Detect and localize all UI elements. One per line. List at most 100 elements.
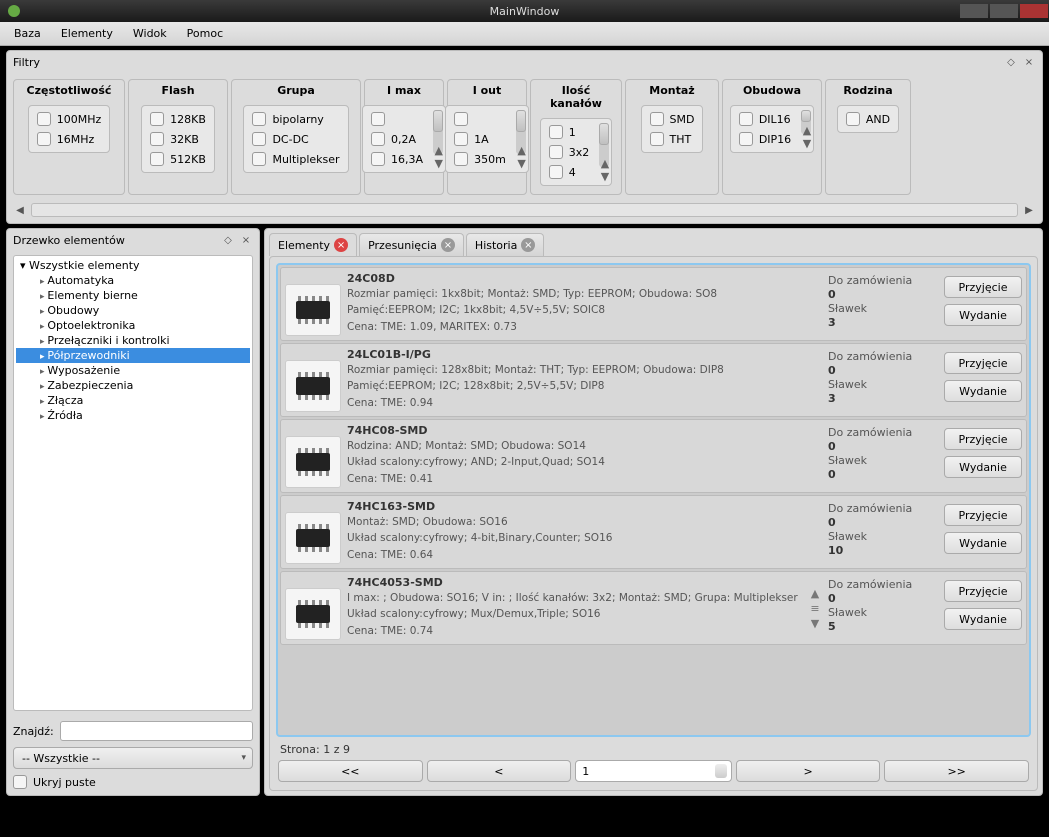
checkbox[interactable]	[252, 132, 266, 146]
menu-baza[interactable]: Baza	[4, 24, 51, 43]
tree-item[interactable]: Półprzewodniki	[16, 348, 250, 363]
wydanie-button[interactable]: Wydanie	[944, 304, 1022, 326]
scroll-arrows[interactable]: ▲▼	[517, 144, 525, 170]
checkbox[interactable]	[371, 112, 385, 126]
checkbox[interactable]	[454, 152, 468, 166]
tree-item[interactable]: Obudowy	[16, 303, 250, 318]
filter-option[interactable]	[450, 112, 510, 126]
filter-option[interactable]: DIL16	[735, 112, 795, 126]
tab[interactable]: Historia×	[466, 233, 544, 256]
filter-option[interactable]: SMD	[646, 112, 699, 126]
filter-option[interactable]: 0,2A	[367, 132, 427, 146]
wydanie-button[interactable]: Wydanie	[944, 532, 1022, 554]
tree-detach-icon[interactable]: ◇	[221, 233, 235, 247]
tab[interactable]: Przesunięcia×	[359, 233, 464, 256]
checkbox[interactable]	[650, 132, 664, 146]
checkbox[interactable]	[549, 145, 563, 159]
filter-option[interactable]: 350m	[450, 152, 510, 166]
tree-view[interactable]: ▾ Wszystkie elementyAutomatykaElementy b…	[13, 255, 253, 711]
pager-page-input[interactable]: 1	[575, 760, 732, 782]
wydanie-button[interactable]: Wydanie	[944, 380, 1022, 402]
checkbox[interactable]	[739, 132, 753, 146]
filter-option[interactable]: 32KB	[146, 132, 210, 146]
checkbox[interactable]	[150, 132, 164, 146]
tab[interactable]: Elementy×	[269, 233, 357, 256]
filter-option[interactable]: Multiplekser	[248, 152, 343, 166]
filter-option[interactable]: 3x2	[545, 145, 594, 159]
tree-item[interactable]: Zabezpieczenia	[16, 378, 250, 393]
filter-option[interactable]: 512KB	[146, 152, 210, 166]
filters-detach-icon[interactable]: ◇	[1004, 55, 1018, 69]
checkbox[interactable]	[150, 112, 164, 126]
filter-option[interactable]: 1A	[450, 132, 510, 146]
tree-item[interactable]: Źródła	[16, 408, 250, 423]
checkbox[interactable]	[454, 112, 468, 126]
przyjęcie-button[interactable]: Przyjęcie	[944, 504, 1022, 526]
filter-option[interactable]: DC-DC	[248, 132, 343, 146]
checkbox[interactable]	[37, 112, 51, 126]
filters-scroll-left-icon[interactable]: ◀	[13, 203, 27, 217]
tree-close-icon[interactable]: ×	[239, 233, 253, 247]
maximize-button[interactable]	[990, 4, 1018, 18]
checkbox[interactable]	[454, 132, 468, 146]
items-list[interactable]: 24C08DRozmiar pamięci: 1kx8bit; Montaż: …	[276, 263, 1031, 737]
checkbox[interactable]	[252, 112, 266, 126]
filter-combo[interactable]: -- Wszystkie --	[13, 747, 253, 769]
checkbox[interactable]	[650, 112, 664, 126]
przyjęcie-button[interactable]: Przyjęcie	[944, 428, 1022, 450]
checkbox[interactable]	[371, 152, 385, 166]
tree-item[interactable]: Złącza	[16, 393, 250, 408]
close-button[interactable]	[1020, 4, 1048, 18]
menu-elementy[interactable]: Elementy	[51, 24, 123, 43]
filter-option[interactable]: 1	[545, 125, 594, 139]
scroll-arrows[interactable]: ▲▼	[803, 124, 811, 150]
tree-item[interactable]: Automatyka	[16, 273, 250, 288]
filter-option[interactable]: AND	[842, 112, 894, 126]
menu-widok[interactable]: Widok	[123, 24, 177, 43]
filter-option[interactable]: 16,3A	[367, 152, 427, 166]
filters-scrollbar[interactable]	[31, 203, 1018, 217]
filter-option[interactable]	[367, 112, 427, 126]
tree-item[interactable]: Optoelektronika	[16, 318, 250, 333]
tree-root[interactable]: ▾ Wszystkie elementy	[16, 258, 250, 273]
filter-option[interactable]: 16MHz	[33, 132, 106, 146]
checkbox[interactable]	[371, 132, 385, 146]
wydanie-button[interactable]: Wydanie	[944, 456, 1022, 478]
pager-next[interactable]: >	[736, 760, 881, 782]
scroll-arrows[interactable]: ▲▼	[435, 144, 443, 170]
przyjęcie-button[interactable]: Przyjęcie	[944, 352, 1022, 374]
checkbox[interactable]	[846, 112, 860, 126]
checkbox[interactable]	[37, 132, 51, 146]
checkbox[interactable]	[739, 112, 753, 126]
scroll-arrows[interactable]: ▲▼	[601, 157, 609, 183]
przyjęcie-button[interactable]: Przyjęcie	[944, 276, 1022, 298]
hide-empty-checkbox[interactable]	[13, 775, 27, 789]
tree-item[interactable]: Przełączniki i kontrolki	[16, 333, 250, 348]
checkbox[interactable]	[549, 125, 563, 139]
tab-close-icon[interactable]: ×	[521, 238, 535, 252]
filters-scroll-right-icon[interactable]: ▶	[1022, 203, 1036, 217]
minimize-button[interactable]	[960, 4, 988, 18]
checkbox[interactable]	[252, 152, 266, 166]
filter-option[interactable]: 4	[545, 165, 594, 179]
tree-item[interactable]: Wyposażenie	[16, 363, 250, 378]
filter-option[interactable]: THT	[646, 132, 699, 146]
wydanie-button[interactable]: Wydanie	[944, 608, 1022, 630]
filters-close-icon[interactable]: ×	[1022, 55, 1036, 69]
menu-pomoc[interactable]: Pomoc	[177, 24, 233, 43]
filter-option[interactable]: bipolarny	[248, 112, 343, 126]
filter-option[interactable]: DIP16	[735, 132, 795, 146]
pager-last[interactable]: >>	[884, 760, 1029, 782]
item-scroll-arrows[interactable]: ▲≡▼	[808, 576, 822, 640]
filter-option[interactable]: 128KB	[146, 112, 210, 126]
pager-prev[interactable]: <	[427, 760, 572, 782]
pager-first[interactable]: <<	[278, 760, 423, 782]
przyjęcie-button[interactable]: Przyjęcie	[944, 580, 1022, 602]
tab-close-icon[interactable]: ×	[441, 238, 455, 252]
tab-close-icon[interactable]: ×	[334, 238, 348, 252]
checkbox[interactable]	[150, 152, 164, 166]
checkbox[interactable]	[549, 165, 563, 179]
tree-item[interactable]: Elementy bierne	[16, 288, 250, 303]
filter-option[interactable]: 100MHz	[33, 112, 106, 126]
search-input[interactable]	[60, 721, 253, 741]
